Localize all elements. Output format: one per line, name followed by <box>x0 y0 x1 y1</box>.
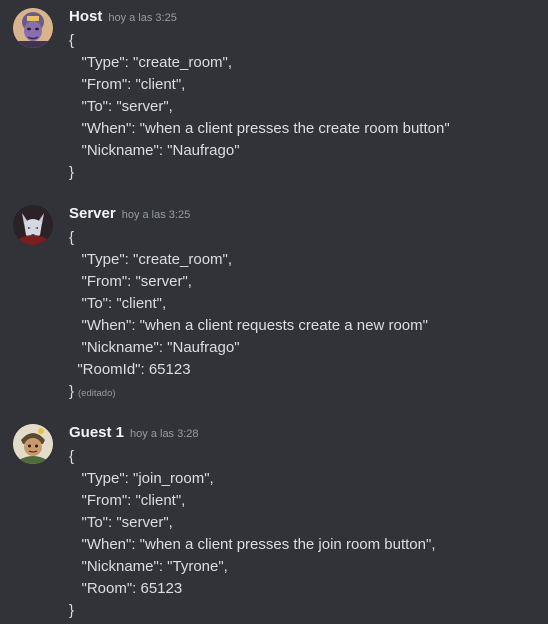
timestamp: hoy a las 3:25 <box>108 12 177 24</box>
message-server: Server hoy a las 3:25 { "Type": "create_r… <box>0 205 548 400</box>
host-avatar-icon[interactable] <box>13 8 53 48</box>
username[interactable]: Host <box>69 8 102 25</box>
message-line: } <box>69 164 75 181</box>
message-header: Host hoy a las 3:25 <box>69 8 177 30</box>
message-line: "Type": "join_room", <box>69 470 214 487</box>
message-content: { "Type": "join_room", "From": "client",… <box>69 446 435 622</box>
message-line: "When": "when a client presses the join … <box>69 536 436 553</box>
message-line: "From": "client", <box>69 76 186 93</box>
message-host: Host hoy a las 3:25 { "Type": "create_roo… <box>0 8 548 181</box>
timestamp: hoy a las 3:25 <box>121 209 191 221</box>
message-line: "Type": "create_room", <box>69 54 233 71</box>
message-content: { "Type": "create_room", "From": "server… <box>69 227 428 403</box>
message-line: { <box>69 229 75 246</box>
guest-avatar-icon[interactable] <box>13 424 53 464</box>
message-line: { <box>69 448 75 465</box>
message-line: "From": "server", <box>69 273 192 290</box>
message-line: "When": "when a client presses the creat… <box>69 120 450 137</box>
message-header: Server hoy a las 3:25 <box>69 205 190 227</box>
message-line: "Type": "create_room", <box>69 251 233 268</box>
message-line: "To": "server", <box>69 514 173 531</box>
message-line: "Nickname": "Naufrago" <box>69 142 240 159</box>
timestamp: hoy a las 3:28 <box>130 428 199 440</box>
message-line: "When": "when a client requests create a… <box>69 317 428 334</box>
username[interactable]: Guest 1 <box>69 424 124 441</box>
message-line: } <box>69 383 75 400</box>
chat-message-list: Host hoy a las 3:25 { "Type": "create_roo… <box>0 0 548 624</box>
message-line: { <box>69 32 75 49</box>
message-line-last: } (editado) <box>69 381 428 403</box>
message-line: "Nickname": "Naufrago" <box>69 339 240 356</box>
message-content: { "Type": "create_room", "From": "client… <box>69 30 450 184</box>
edited-label: (editado) <box>78 388 116 399</box>
message-line: "To": "server", <box>69 98 173 115</box>
message-line: "From": "client", <box>69 492 186 509</box>
server-wolf-avatar-icon[interactable] <box>13 205 53 245</box>
message-line: "To": "client", <box>69 295 167 312</box>
message-line: "RoomId": 65123 <box>69 361 191 378</box>
message-line: } <box>69 602 75 619</box>
message-line: "Room": 65123 <box>69 580 183 597</box>
message-header: Guest 1 hoy a las 3:28 <box>69 424 199 446</box>
message-line: "Nickname": "Tyrone", <box>69 558 228 575</box>
message-guest-1: Guest 1 hoy a las 3:28 { "Type": "join_ro… <box>0 424 548 622</box>
username[interactable]: Server <box>69 205 116 222</box>
